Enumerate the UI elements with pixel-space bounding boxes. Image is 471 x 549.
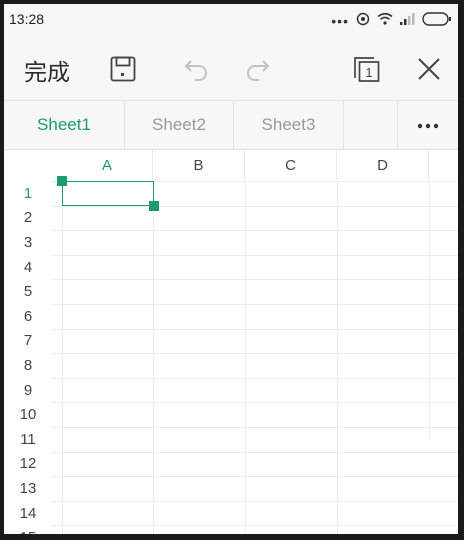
sheet-tabs: Sheet1 Sheet2 Sheet3 [4,100,458,150]
column-header-b[interactable]: B [153,149,245,181]
done-button[interactable]: 完成 [24,53,70,87]
grid-line [52,353,458,355]
selection-handle-bottom-right[interactable] [149,201,159,211]
column-header-a[interactable]: A [62,149,153,181]
top-toolbar: 完成 1 [4,38,458,100]
tab-sheet1[interactable]: Sheet1 [4,101,125,149]
row-header-5[interactable]: 5 [4,279,52,304]
grid-line [52,230,458,232]
row-header-4[interactable]: 4 [4,255,52,280]
more-horizontal-icon [417,116,439,134]
spreadsheet-grid[interactable]: A B C D 1 2 3 4 5 6 7 8 9 10 11 12 13 14… [4,149,458,534]
grid-line [52,402,458,404]
signal-icon [400,12,415,30]
row-header-2[interactable]: 2 [4,206,52,231]
grid-line [52,451,458,453]
selected-cell-a1[interactable] [62,181,154,206]
row-header-6[interactable]: 6 [4,304,52,329]
grid-line [52,500,458,502]
tabs-more-button[interactable] [397,101,458,149]
row-header-15[interactable]: 15 [4,525,52,534]
status-time: 13:28 [9,11,45,27]
grid-line [52,304,458,305]
row-header-8[interactable]: 8 [4,353,52,378]
location-icon [356,12,370,31]
row-header-14[interactable]: 14 [4,501,52,526]
column-header-c[interactable]: C [245,149,337,181]
tab-sheet2[interactable]: Sheet2 [125,101,234,149]
sheet-count-value: 1 [365,65,372,80]
grid-line [52,377,458,379]
grid-line [52,279,458,281]
row-header-7[interactable]: 7 [4,329,52,354]
wifi-icon [377,12,393,30]
grid-line [52,476,458,478]
battery-icon [422,11,452,31]
grid-line [429,181,430,439]
column-header-d[interactable]: D [337,149,429,181]
row-header-13[interactable]: 13 [4,476,52,501]
grid-line [62,181,63,534]
grid-line [52,328,458,330]
undo-icon[interactable] [180,52,214,86]
row-header-1[interactable]: 1 [4,181,52,206]
redo-icon[interactable] [240,52,274,86]
more-dots-icon: ••• [331,13,349,29]
row-header-3[interactable]: 3 [4,230,52,255]
grid-line [245,181,246,534]
grid-line [52,427,458,428]
grid-line [52,254,458,256]
row-header-10[interactable]: 10 [4,402,52,427]
status-bar: 13:28 ••• [4,4,458,38]
sheet-count-icon[interactable]: 1 [350,52,384,86]
grid-line [52,525,458,527]
grid-line [153,181,154,534]
app-frame: 13:28 ••• 完成 1 Sheet1 Sheet2 Sheet3 A B … [0,0,464,540]
row-header-9[interactable]: 9 [4,378,52,403]
grid-line [337,181,338,534]
close-icon[interactable] [412,52,446,86]
save-icon[interactable] [106,52,140,86]
selection-handle-top-left[interactable] [57,176,67,186]
tab-sheet3[interactable]: Sheet3 [234,101,344,149]
row-header-11[interactable]: 11 [4,427,52,452]
row-header-12[interactable]: 12 [4,452,52,477]
